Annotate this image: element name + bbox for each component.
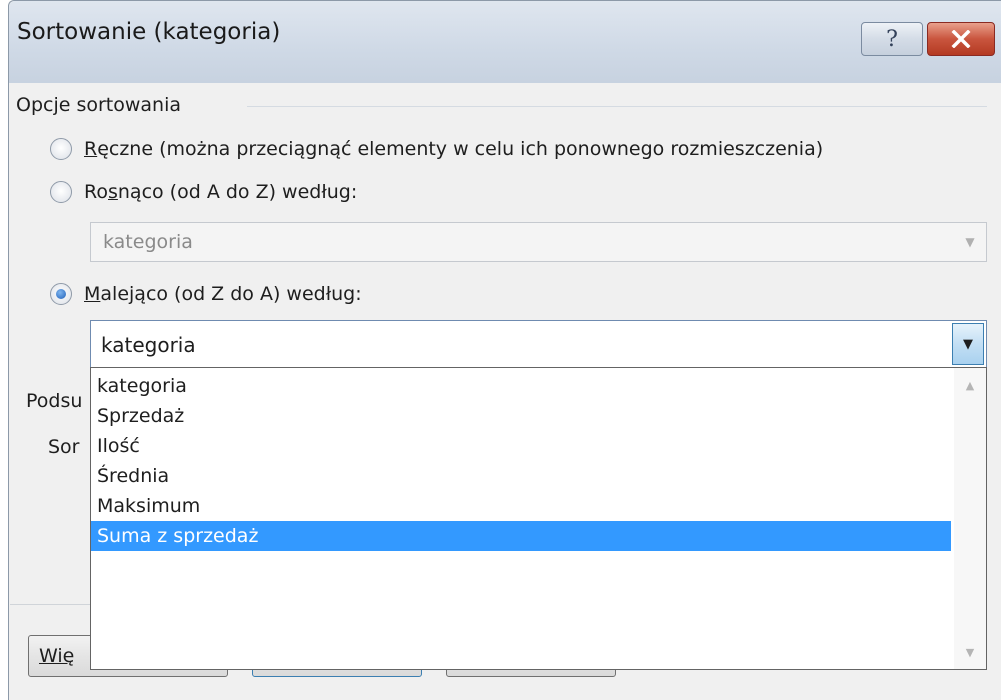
dropdown-arrow-button[interactable]: ▼ xyxy=(952,323,984,365)
radio-descending-label: Malejąco (od Z do A) według: xyxy=(84,283,362,305)
dropdown-item[interactable]: kategoria xyxy=(91,371,951,401)
dropdown-scrollbar[interactable]: ▲ ▼ xyxy=(954,368,986,669)
close-button[interactable] xyxy=(927,22,995,56)
radio-ascending-indicator[interactable] xyxy=(50,181,72,203)
title-bar: Sortowanie (kategoria) ? xyxy=(9,1,1001,83)
help-button[interactable]: ? xyxy=(861,22,923,56)
field-dropdown-list[interactable]: kategoria Sprzedaż Ilość Średnia Maksimum Sum… xyxy=(90,367,987,670)
sort-options-group-label: Opcje sortowania xyxy=(16,94,182,116)
scroll-up-icon[interactable]: ▲ xyxy=(954,372,986,398)
radio-manual[interactable]: Ręczne (można przeciągnąć elementy w cel… xyxy=(50,138,823,160)
dropdown-item[interactable]: Średnia xyxy=(91,461,951,491)
chevron-down-icon: ▼ xyxy=(965,235,975,249)
radio-manual-label: Ręczne (można przeciągnąć elementy w cel… xyxy=(84,138,824,160)
ascending-field-select: kategoria ▼ xyxy=(90,222,987,262)
dialog-title: Sortowanie (kategoria) xyxy=(17,19,281,45)
ascending-field-value: kategoria xyxy=(103,231,193,253)
radio-ascending[interactable]: Rosnąco (od A do Z) według: xyxy=(50,181,357,203)
radio-ascending-label: Rosnąco (od A do Z) według: xyxy=(84,181,358,203)
summary-label: Podsu xyxy=(26,390,83,412)
dropdown-item[interactable]: Suma z sprzedaż xyxy=(91,521,951,551)
dropdown-item[interactable]: Sprzedaż xyxy=(91,401,951,431)
dropdown-item[interactable]: Ilość xyxy=(91,431,951,461)
close-icon xyxy=(951,30,971,48)
dropdown-items: kategoria Sprzedaż Ilość Średnia Maksimum Sum… xyxy=(91,371,951,551)
sort-label: Sor xyxy=(48,436,80,458)
more-options-label: Wię xyxy=(39,645,75,667)
help-icon: ? xyxy=(886,26,898,52)
scroll-down-icon[interactable]: ▼ xyxy=(954,639,986,665)
chevron-down-icon: ▼ xyxy=(963,336,973,352)
footer-divider xyxy=(10,604,90,605)
descending-field-value: kategoria xyxy=(101,333,196,357)
radio-manual-indicator[interactable] xyxy=(50,138,72,160)
group-divider xyxy=(247,106,987,107)
radio-descending[interactable]: Malejąco (od Z do A) według: xyxy=(50,283,362,305)
dropdown-item[interactable]: Maksimum xyxy=(91,491,951,521)
radio-descending-indicator[interactable] xyxy=(50,283,72,305)
descending-field-select[interactable]: kategoria ▼ xyxy=(90,320,987,368)
